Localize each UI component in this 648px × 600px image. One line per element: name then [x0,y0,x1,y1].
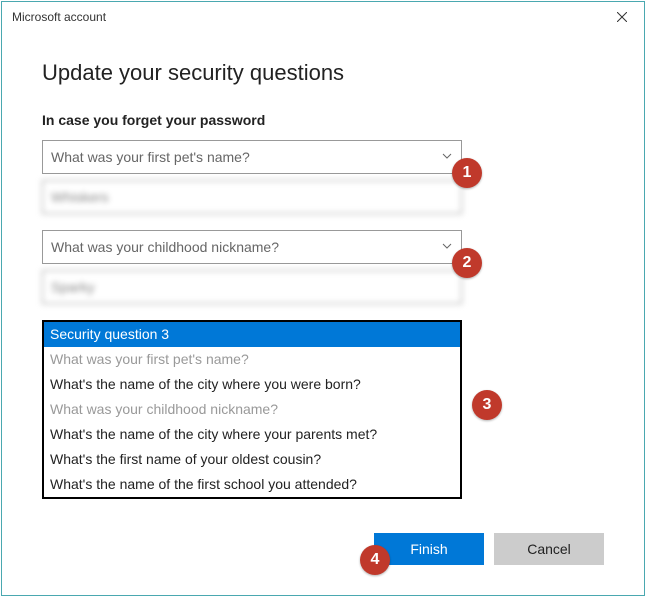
annotation-badge-1: 1 [452,158,482,188]
dialog-window: Microsoft account Update your security q… [1,1,645,596]
dropdown-option[interactable]: What's the name of the city where your p… [44,422,460,447]
question-3-dropdown-list[interactable]: Security question 3What was your first p… [42,320,462,499]
question-2-select[interactable]: What was your childhood nickname? [42,230,462,264]
question-2-text: What was your childhood nickname? [51,239,279,255]
page-title: Update your security questions [42,60,604,86]
dropdown-option[interactable]: What's the name of the city where you we… [44,372,460,397]
finish-button[interactable]: Finish [374,533,484,565]
titlebar: Microsoft account [2,2,644,32]
dropdown-option: What was your first pet's name? [44,347,460,372]
window-title: Microsoft account [12,10,106,24]
question-1-select[interactable]: What was your first pet's name? [42,140,462,174]
answer-1-input[interactable]: Whiskers [42,180,462,214]
dropdown-option[interactable]: What's the name of the first school you … [44,472,460,497]
question-3-group: Security question 3What was your first p… [42,320,604,499]
close-icon [617,12,627,22]
dropdown-option: What was your childhood nickname? [44,397,460,422]
button-row: Finish Cancel [374,533,604,565]
answer-2-input[interactable]: Sparky [42,270,462,304]
cancel-button[interactable]: Cancel [494,533,604,565]
question-2-group: What was your childhood nickname? Sparky… [42,230,604,304]
page-subtitle: In case you forget your password [42,112,604,128]
question-1-text: What was your first pet's name? [51,149,250,165]
close-button[interactable] [599,2,644,32]
chevron-down-icon [441,239,453,255]
annotation-badge-3: 3 [472,390,502,420]
annotation-badge-4: 4 [360,545,390,575]
chevron-down-icon [441,149,453,165]
question-1-group: What was your first pet's name? Whiskers… [42,140,604,214]
dropdown-option[interactable]: What's the first name of your oldest cou… [44,447,460,472]
content-area: Update your security questions In case y… [2,32,644,499]
annotation-badge-2: 2 [452,248,482,278]
dropdown-option[interactable]: Security question 3 [44,322,460,347]
